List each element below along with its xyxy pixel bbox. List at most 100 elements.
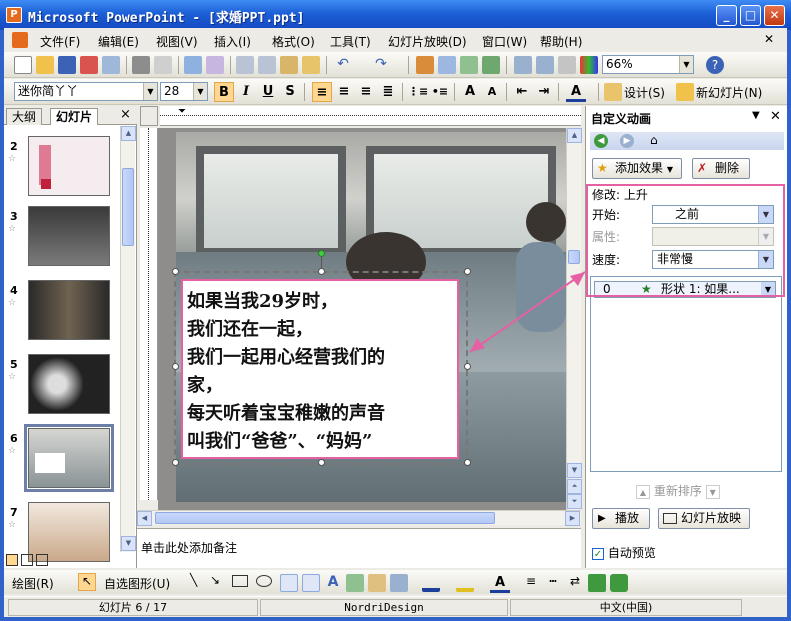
autopreview-checkbox[interactable]: ✓	[592, 548, 604, 560]
fill-color-icon[interactable]	[422, 574, 440, 592]
slide-horizontal-scrollbar[interactable]: ◀ ▶	[137, 510, 581, 526]
show-grid-icon[interactable]	[558, 56, 576, 74]
paste-icon[interactable]	[280, 56, 298, 74]
powerpoint-app-icon[interactable]: P	[6, 7, 22, 23]
align-center-icon[interactable]: ≡	[334, 82, 354, 102]
scroll-right-icon[interactable]: ▶	[565, 511, 580, 526]
font-color-icon[interactable]: A	[490, 573, 510, 593]
design-button[interactable]: 设计(S)	[624, 84, 665, 101]
color-grayscale-icon[interactable]	[580, 56, 598, 74]
normal-view-icon[interactable]	[6, 554, 18, 566]
research-icon[interactable]	[206, 56, 224, 74]
align-right-icon[interactable]: ≡	[356, 82, 376, 102]
menu-format[interactable]: 格式(O)	[272, 33, 315, 50]
new-slide-icon[interactable]	[676, 83, 694, 101]
font-color-icon[interactable]: A	[566, 82, 586, 102]
horizontal-ruler[interactable]: ⏷	[160, 106, 581, 126]
slide-thumbnail-5[interactable]: 5 ☆	[4, 354, 122, 422]
close-pane-icon[interactable]: ×	[120, 107, 131, 122]
autopreview-option[interactable]: ✓ 自动预览	[592, 544, 656, 561]
move-up-icon[interactable]: ▲	[636, 485, 650, 499]
remove-button[interactable]: ✗ 删除	[692, 158, 750, 179]
help-icon[interactable]: ?	[706, 56, 724, 74]
draw-menu[interactable]: 绘图(R)	[12, 575, 54, 592]
tab-outline[interactable]: 大纲	[6, 108, 43, 125]
print-preview-icon[interactable]	[154, 56, 172, 74]
save-icon[interactable]	[58, 56, 76, 74]
resize-handle[interactable]	[318, 268, 325, 275]
permission-icon[interactable]	[80, 56, 98, 74]
scroll-thumb[interactable]	[568, 250, 580, 264]
resize-handle[interactable]	[172, 363, 179, 370]
autoshapes-menu[interactable]: 自选图形(U)	[104, 575, 170, 592]
expand-all-icon[interactable]	[514, 56, 532, 74]
bold-button[interactable]: B	[214, 82, 234, 102]
slide-vertical-scrollbar[interactable]: ▲ ▼ ⏶ ⏷	[566, 128, 582, 510]
spelling-icon[interactable]	[184, 56, 202, 74]
increase-font-icon[interactable]: A	[460, 82, 480, 102]
slideshow-button[interactable]: 幻灯片放映	[658, 508, 750, 529]
menu-view[interactable]: 视图(V)	[156, 33, 198, 50]
redo-icon[interactable]: ↷	[372, 56, 390, 74]
resize-handle[interactable]	[464, 363, 471, 370]
select-objects-icon[interactable]: ↖	[78, 573, 96, 591]
print-icon[interactable]	[132, 56, 150, 74]
open-icon[interactable]	[36, 56, 54, 74]
insert-chart-icon[interactable]	[416, 56, 434, 74]
italic-button[interactable]: I	[236, 82, 256, 102]
forward-icon[interactable]: ▶	[620, 134, 634, 148]
slide-thumbnail-6[interactable]: 6 ☆	[4, 424, 122, 496]
scroll-down-icon[interactable]: ▼	[121, 536, 136, 551]
insert-picture-icon[interactable]	[390, 574, 408, 592]
justify-icon[interactable]: ≣	[378, 82, 398, 102]
new-slide-button[interactable]: 新幻灯片(N)	[696, 84, 762, 101]
copy-icon[interactable]	[258, 56, 276, 74]
vertical-text-box-icon[interactable]	[302, 574, 320, 592]
line-color-icon[interactable]	[456, 574, 474, 592]
format-painter-icon[interactable]	[302, 56, 320, 74]
add-effect-button[interactable]: ★ 添加效果 ▼	[592, 158, 682, 179]
scroll-down-icon[interactable]: ▼	[567, 463, 582, 478]
slide-thumbnail-2[interactable]: 2 ☆	[4, 136, 122, 204]
menu-tools[interactable]: 工具(T)	[330, 33, 371, 50]
move-down-icon[interactable]: ▼	[705, 485, 720, 499]
menu-window[interactable]: 窗口(W)	[482, 33, 527, 50]
close-document-icon[interactable]: ✕	[764, 32, 774, 46]
menu-edit[interactable]: 编辑(E)	[98, 33, 139, 50]
dash-style-icon[interactable]: ┅	[544, 574, 562, 592]
scroll-thumb[interactable]	[155, 512, 495, 524]
slide-textbox[interactable]: 如果当我29岁时， 我们还在一起， 我们一起用心经营我们的 家， 每天听着宝宝稚…	[181, 279, 459, 459]
menu-file[interactable]: 文件(F)	[40, 33, 80, 50]
chevron-down-icon[interactable]: ▼	[679, 56, 693, 73]
resize-handle[interactable]	[172, 268, 179, 275]
scroll-thumb[interactable]	[122, 168, 134, 246]
show-formatting-icon[interactable]	[536, 56, 554, 74]
align-left-icon[interactable]: ≡	[312, 82, 332, 102]
resize-handle[interactable]	[464, 459, 471, 466]
arrow-style-icon[interactable]: ⇄	[566, 574, 584, 592]
email-icon[interactable]	[102, 56, 120, 74]
bullets-icon[interactable]: •≡	[430, 82, 450, 102]
close-button[interactable]: ✕	[764, 5, 785, 26]
home-icon[interactable]: ⌂	[650, 133, 658, 147]
previous-slide-icon[interactable]: ⏶	[567, 479, 582, 494]
close-pane-icon[interactable]: ✕	[770, 109, 781, 124]
new-icon[interactable]	[14, 56, 32, 74]
back-icon[interactable]: ◀	[594, 134, 608, 148]
wordart-icon[interactable]: A	[324, 574, 342, 592]
indent-marker-icon[interactable]: ⏷	[178, 106, 186, 117]
next-slide-icon[interactable]: ⏷	[567, 494, 582, 509]
document-icon[interactable]	[12, 32, 28, 48]
arrow-icon[interactable]: ↘	[210, 573, 220, 587]
maximize-button[interactable]: □	[740, 5, 761, 26]
decrease-indent-icon[interactable]: ⇤	[512, 82, 532, 102]
chevron-down-icon[interactable]: ▼	[143, 83, 157, 100]
scroll-left-icon[interactable]: ◀	[137, 511, 152, 526]
minimize-button[interactable]: _	[716, 5, 737, 26]
oval-icon[interactable]	[256, 575, 272, 587]
zoom-combo[interactable]: 66% ▼	[602, 55, 694, 74]
line-icon[interactable]: ╲	[190, 573, 197, 587]
slide-sorter-icon[interactable]	[21, 554, 33, 566]
resize-handle[interactable]	[464, 268, 471, 275]
rectangle-icon[interactable]	[232, 575, 248, 587]
